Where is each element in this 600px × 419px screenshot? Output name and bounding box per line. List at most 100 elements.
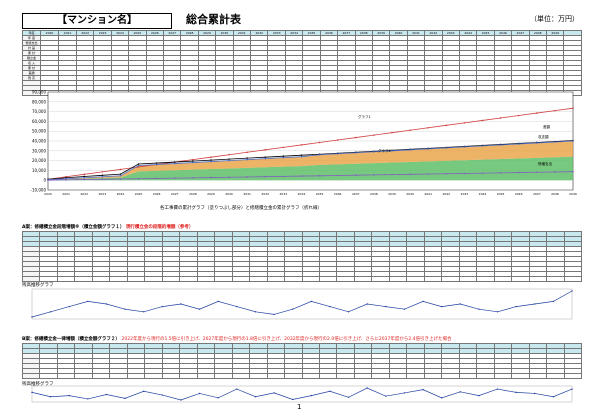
x-tick-label: 2029	[207, 192, 215, 196]
data-point	[228, 153, 230, 156]
table-cell	[214, 276, 233, 282]
data-point	[347, 396, 350, 398]
data-point	[68, 394, 70, 397]
data-point	[155, 177, 158, 180]
data-point	[336, 174, 339, 177]
x-tick-label: 2021	[62, 192, 70, 196]
data-point	[499, 144, 502, 146]
table-cell	[74, 373, 93, 379]
x-tick-label: 2049	[569, 192, 577, 196]
data-point	[318, 141, 321, 144]
table-cell	[144, 276, 163, 282]
section-a-table	[21, 231, 583, 282]
table-cell	[493, 276, 513, 282]
data-point	[173, 177, 176, 179]
section-a-note: 現行積立金の段階的増額（参考）	[125, 225, 194, 230]
table-cell	[388, 373, 408, 379]
table-cell	[371, 276, 390, 282]
x-tick-label: 2037	[352, 192, 360, 196]
data-point	[246, 157, 248, 159]
data-point	[499, 172, 502, 174]
data-point	[347, 311, 350, 313]
data-point	[463, 172, 466, 175]
data-point	[572, 170, 574, 173]
data-point	[422, 388, 424, 391]
data-point	[49, 396, 52, 398]
data-point	[354, 151, 357, 154]
section-b-balance-chart	[31, 385, 573, 403]
y-tick-label: 80,000	[32, 99, 46, 104]
data-point	[571, 290, 573, 292]
x-tick-label: 2028	[189, 192, 197, 196]
data-point	[119, 173, 122, 175]
table-cell	[196, 276, 216, 282]
data-point	[180, 399, 182, 401]
data-point	[161, 394, 164, 396]
data-point	[300, 154, 303, 157]
data-point	[273, 392, 275, 394]
data-point	[336, 139, 339, 141]
x-tick-label: 2022	[80, 192, 88, 196]
data-point	[391, 173, 393, 176]
data-point	[210, 159, 212, 161]
table-cell	[161, 373, 181, 379]
x-tick-label: 2036	[334, 192, 342, 196]
row-label: 修繕支出	[22, 40, 41, 46]
unit-label: （単位：万円）	[530, 15, 579, 23]
data-point	[409, 173, 411, 176]
data-point	[236, 305, 238, 308]
data-point	[366, 303, 368, 305]
data-point	[228, 159, 230, 162]
table-cell	[441, 276, 460, 282]
data-point	[318, 174, 321, 177]
data-point	[499, 117, 502, 119]
table-cell	[511, 276, 530, 282]
x-tick-label: 2024	[117, 192, 125, 196]
data-point	[409, 129, 411, 132]
section-a-balance-chart	[31, 288, 573, 320]
data-point	[354, 174, 357, 177]
data-point	[354, 136, 357, 139]
row-label	[21, 373, 41, 379]
table-cell	[91, 373, 111, 379]
data-point	[155, 162, 158, 164]
page-number: 1	[297, 403, 302, 411]
table-cell	[126, 373, 146, 379]
data-point	[385, 395, 387, 397]
data-point	[273, 313, 275, 316]
data-point	[373, 134, 375, 136]
x-tick-label: 2047	[533, 192, 541, 196]
data-point	[481, 145, 484, 147]
data-point	[101, 174, 104, 177]
data-point	[373, 150, 375, 153]
data-point	[427, 148, 429, 150]
table-cell	[353, 276, 373, 282]
x-tick-label: 2045	[497, 192, 505, 196]
data-point	[463, 122, 466, 124]
data-point	[535, 171, 538, 174]
data-point	[291, 398, 294, 401]
data-point	[496, 388, 499, 390]
table-cell	[563, 276, 583, 282]
data-point	[198, 308, 201, 310]
data-point	[282, 155, 285, 157]
table-cell	[56, 276, 76, 282]
data-point	[282, 146, 285, 149]
table-cell	[126, 276, 146, 282]
data-point	[535, 142, 538, 144]
data-point	[403, 392, 406, 394]
table-cell	[458, 373, 478, 379]
data-point	[137, 164, 140, 167]
data-point	[373, 174, 375, 176]
data-point	[264, 149, 267, 151]
data-point	[65, 179, 67, 181]
data-point	[336, 152, 339, 155]
x-tick-label: 2025	[135, 192, 143, 196]
data-point	[445, 124, 448, 127]
data-point	[459, 303, 461, 305]
section-b-title: B案：修繕積立金一律増額（積立金額グラフ２）	[22, 337, 120, 342]
section-b-table	[21, 343, 583, 379]
table-cell	[528, 276, 548, 282]
data-point	[329, 305, 331, 308]
table-cell	[301, 373, 320, 379]
